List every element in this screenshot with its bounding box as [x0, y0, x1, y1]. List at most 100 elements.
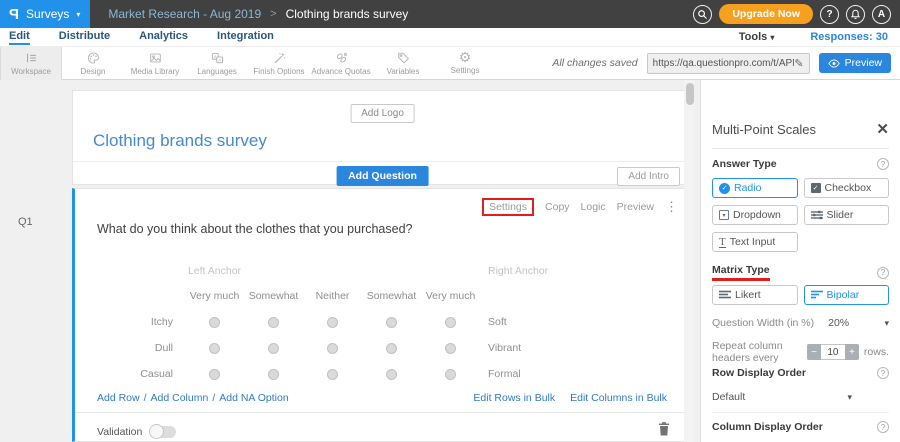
matrix-radio-cell	[303, 335, 362, 361]
matrix-radio[interactable]	[268, 369, 279, 380]
menu-item-integration[interactable]: Integration	[217, 30, 274, 45]
scrollbar-thumb[interactable]	[686, 83, 694, 105]
matrix-radio-cell	[362, 361, 421, 387]
scrollbar-track[interactable]	[684, 80, 694, 442]
product-name: Surveys	[26, 7, 69, 21]
matrix-type-likert[interactable]: Likert	[712, 285, 798, 305]
tool-advance-quotas[interactable]: Advance Quotas	[310, 47, 372, 80]
help-icon[interactable]: ?	[877, 421, 889, 433]
tool-finish-options[interactable]: Finish Options	[248, 47, 310, 80]
close-icon[interactable]: ✕	[876, 124, 889, 136]
product-switcher[interactable]: P Surveys ▾	[0, 0, 90, 28]
question-preview-button[interactable]: Preview	[617, 201, 654, 213]
topbar: P Surveys ▾ Market Research - Aug 2019 >…	[0, 0, 900, 28]
tool-languages[interactable]: aA Languages	[186, 47, 248, 80]
matrix-radio[interactable]	[445, 317, 456, 328]
matrix-radio[interactable]	[386, 317, 397, 328]
row-display-order-select[interactable]: Default ▾	[712, 391, 852, 403]
repeat-headers-input[interactable]	[821, 344, 845, 360]
matrix-radio[interactable]	[445, 343, 456, 354]
account-avatar[interactable]: A	[872, 5, 891, 24]
edit-columns-bulk-link[interactable]: Edit Columns in Bulk	[570, 392, 667, 404]
tool-variables[interactable]: Variables	[372, 47, 434, 80]
matrix-radio[interactable]	[209, 317, 220, 328]
answer-type-header: Answer Type ?	[712, 158, 889, 170]
matrix-radio[interactable]	[327, 343, 338, 354]
tools-dropdown[interactable]: Tools ▾	[739, 31, 775, 43]
matrix-radio-cell	[303, 361, 362, 387]
help-icon[interactable]: ?	[877, 367, 889, 379]
delete-question-button[interactable]	[658, 422, 670, 441]
kebab-menu-icon[interactable]: ⋮	[665, 202, 678, 212]
add-intro-button[interactable]: Add Intro	[617, 167, 680, 186]
matrix-radio[interactable]	[386, 369, 397, 380]
survey-title[interactable]: Clothing brands survey	[93, 131, 267, 151]
repeat-headers-label: Repeat column headers every	[712, 340, 800, 364]
upgrade-now-button[interactable]: Upgrade Now	[719, 4, 813, 24]
help-button[interactable]: ?	[820, 5, 839, 24]
matrix-radio[interactable]	[386, 343, 397, 354]
question-settings-button[interactable]: Settings	[482, 198, 534, 216]
answer-type-text-input[interactable]: T Text Input	[712, 232, 798, 252]
matrix-radio[interactable]	[327, 317, 338, 328]
add-column-link[interactable]: Add Column	[151, 392, 209, 404]
answer-type-radio[interactable]: ✓ Radio	[712, 178, 798, 198]
link-separator: /	[212, 392, 215, 404]
radio-check-icon: ✓	[719, 183, 730, 194]
questionpro-logo-icon: P	[9, 6, 19, 23]
help-icon[interactable]: ?	[877, 158, 889, 170]
preview-button[interactable]: Preview	[819, 53, 891, 73]
add-na-option-link[interactable]: Add NA Option	[219, 392, 288, 404]
matrix-type-label-annotated: Matrix Type	[712, 264, 770, 281]
matrix-type-bipolar[interactable]: Bipolar	[804, 285, 890, 305]
survey-url-input[interactable]	[653, 58, 795, 69]
breadcrumb-separator-icon: >	[270, 8, 276, 20]
matrix-radio[interactable]	[268, 343, 279, 354]
matrix-radio[interactable]	[327, 369, 338, 380]
translate-icon: aA	[210, 51, 225, 65]
column-display-order-header: Column Display Order ?	[712, 421, 889, 433]
stepper-plus-button[interactable]: +	[845, 344, 859, 360]
matrix-radio[interactable]	[209, 343, 220, 354]
tool-workspace[interactable]: Workspace	[0, 47, 62, 80]
answer-type-dropdown[interactable]: ▾ Dropdown	[712, 205, 798, 225]
trash-icon	[658, 422, 670, 436]
validation-label: Validation	[97, 426, 142, 438]
breadcrumb-current: Clothing brands survey	[286, 7, 409, 21]
breadcrumb-folder[interactable]: Market Research - Aug 2019	[108, 7, 261, 21]
menu-item-analytics[interactable]: Analytics	[139, 30, 188, 45]
menu-item-edit[interactable]: Edit	[9, 30, 30, 45]
stepper-minus-button[interactable]: −	[807, 344, 821, 360]
edit-rows-bulk-link[interactable]: Edit Rows in Bulk	[473, 392, 555, 404]
chevron-down-icon[interactable]: ▾	[884, 318, 889, 329]
search-button[interactable]	[693, 5, 712, 24]
matrix-radio[interactable]	[209, 369, 220, 380]
tool-settings[interactable]: ⚙ Settings	[434, 47, 496, 80]
answer-type-checkbox[interactable]: ✓ Checkbox	[804, 178, 890, 198]
editor-toolbar: Workspace Design Media Library aA Langua…	[0, 47, 900, 80]
validation-toggle[interactable]	[150, 426, 176, 438]
add-question-button[interactable]: Add Question	[336, 166, 429, 186]
edit-pencil-icon[interactable]: ✎	[794, 57, 803, 70]
tool-design[interactable]: Design	[62, 47, 124, 80]
matrix-radio-cell	[362, 309, 421, 335]
magic-wand-icon	[272, 51, 287, 65]
menu-item-distribute[interactable]: Distribute	[59, 30, 110, 45]
matrix-spacer	[97, 259, 185, 283]
notifications-button[interactable]	[846, 5, 865, 24]
question-logic-button[interactable]: Logic	[581, 201, 606, 213]
toggle-knob	[149, 424, 164, 439]
question-width-value[interactable]: 20%	[828, 317, 849, 329]
answer-type-slider[interactable]: Slider	[804, 205, 890, 225]
matrix-radio[interactable]	[268, 317, 279, 328]
add-row-link[interactable]: Add Row	[97, 392, 140, 404]
question-copy-button[interactable]: Copy	[545, 201, 570, 213]
matrix-radio-cell	[185, 335, 244, 361]
responses-count[interactable]: Responses: 30	[810, 31, 888, 43]
add-logo-button[interactable]: Add Logo	[350, 104, 415, 123]
matrix-radio[interactable]	[445, 369, 456, 380]
tool-media-library[interactable]: Media Library	[124, 47, 186, 80]
gear-icon: ⚙	[459, 51, 472, 64]
help-icon[interactable]: ?	[877, 267, 889, 279]
question-text[interactable]: What do you think about the clothes that…	[97, 222, 413, 236]
